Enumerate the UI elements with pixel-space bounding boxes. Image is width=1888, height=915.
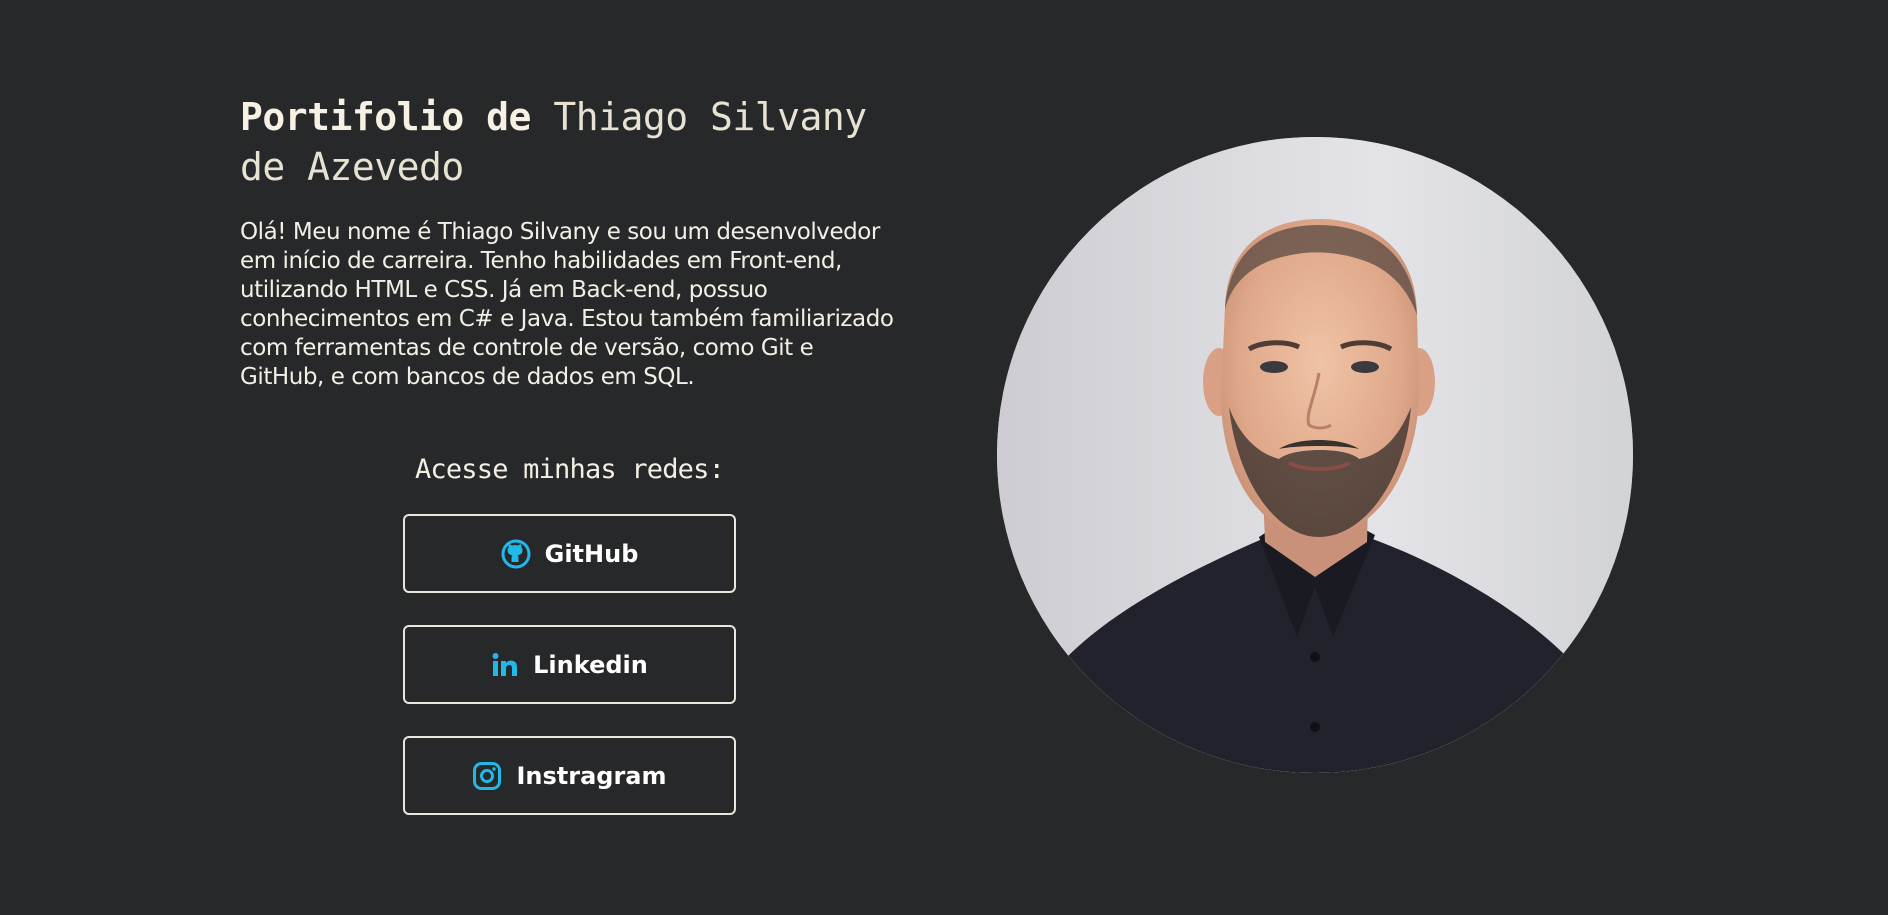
socials-list: GitHub Linkedin Instragram	[403, 514, 736, 815]
github-icon	[501, 539, 531, 569]
linkedin-label: Linkedin	[533, 650, 648, 679]
github-button[interactable]: GitHub	[403, 514, 736, 593]
bio-text: Olá! Meu nome é Thiago Silvany e sou um …	[240, 219, 894, 390]
intro-section: Portifolio de Thiago Silvany de Azevedo …	[240, 92, 910, 392]
instagram-icon	[472, 761, 502, 791]
socials-section: Acesse minhas redes: GitHub Linkedin Ins…	[403, 446, 736, 815]
linkedin-icon	[491, 652, 519, 678]
instagram-label: Instragram	[516, 761, 667, 790]
socials-heading: Acesse minhas redes:	[414, 454, 725, 485]
title-lead: Portifolio de	[240, 95, 531, 139]
github-label: GitHub	[544, 539, 639, 568]
profile-photo-illustration	[997, 137, 1633, 773]
profile-photo	[997, 137, 1633, 773]
page-title: Portifolio de Thiago Silvany de Azevedo	[240, 92, 910, 192]
linkedin-button[interactable]: Linkedin	[403, 625, 736, 704]
instagram-button[interactable]: Instragram	[403, 736, 736, 815]
